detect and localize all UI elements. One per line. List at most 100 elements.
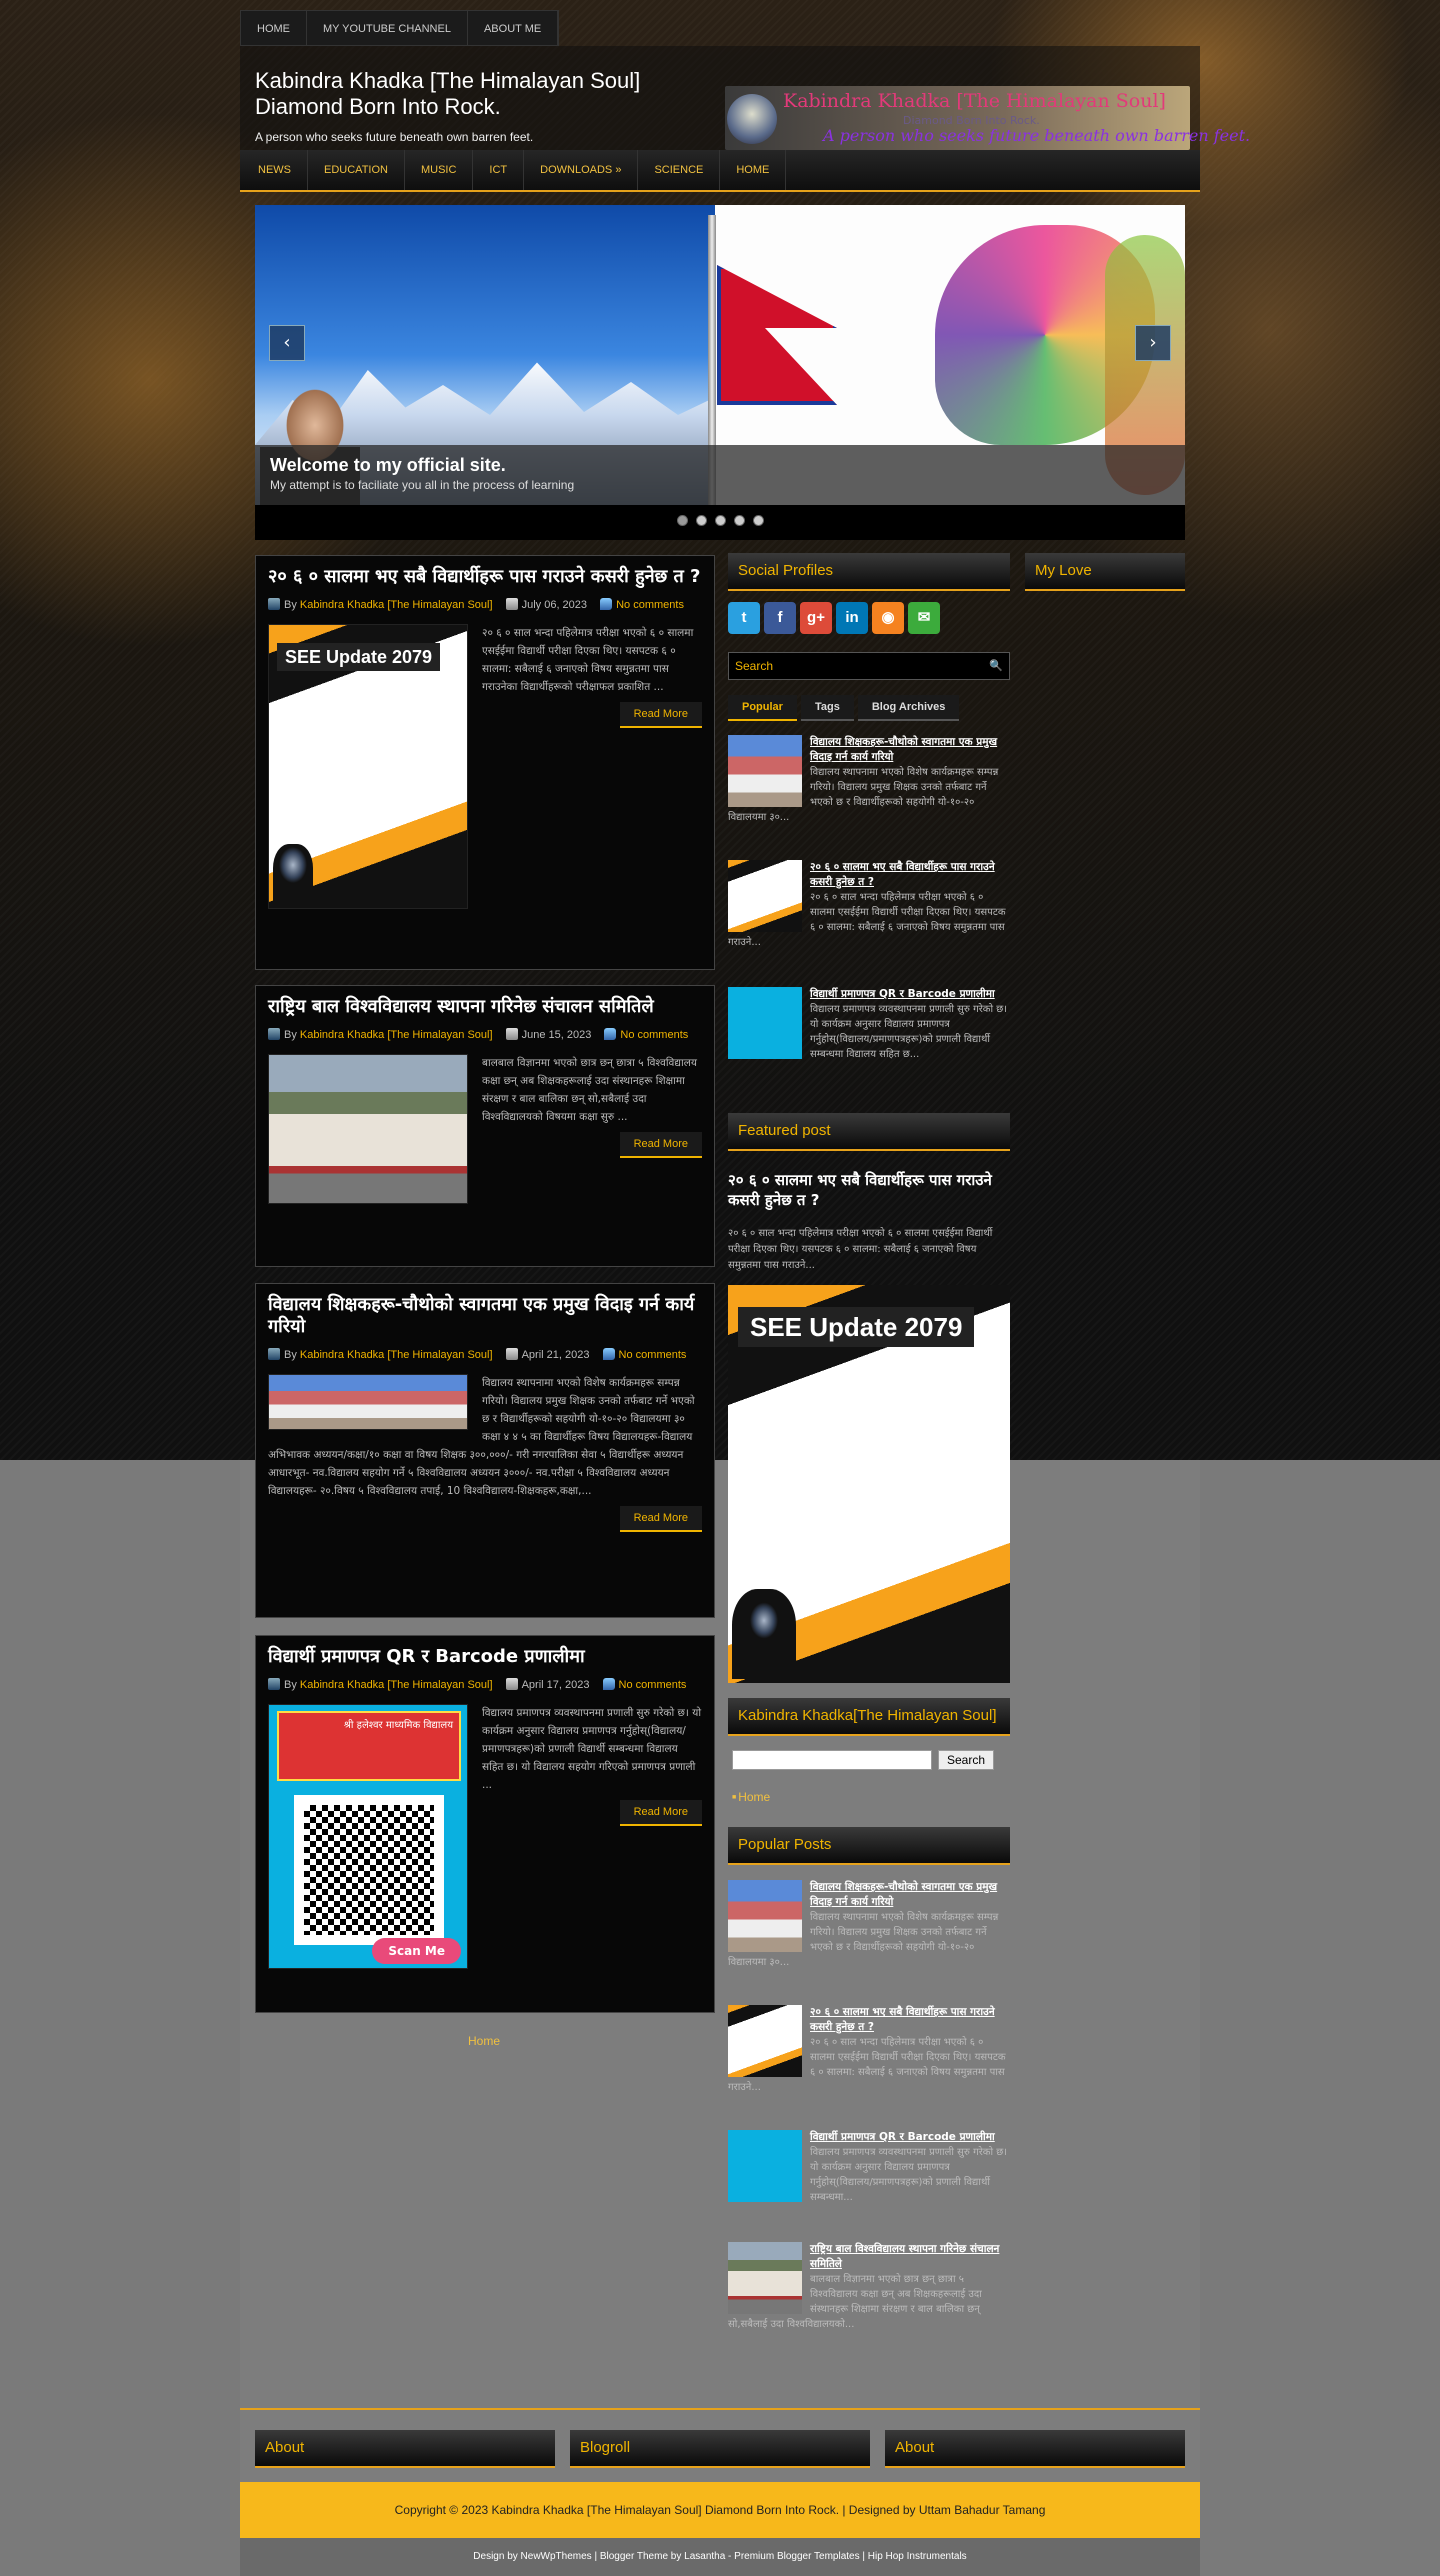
post-comments[interactable]: No comments (620, 1029, 688, 1041)
comment-icon (602, 1678, 615, 1690)
site-description: A person who seeks future beneath own ba… (255, 130, 534, 144)
widget-title-profile: Kabindra Khadka[The Himalayan Soul] (728, 1698, 1010, 1736)
post-card: विद्यार्थी प्रमाणपत्र QR र Barcode प्रणा… (255, 1635, 715, 2013)
slider-prev-button[interactable]: ‹ (269, 325, 305, 361)
post-thumbnail[interactable]: SEE Update 2079 (268, 624, 468, 909)
post-comments[interactable]: No comments (619, 1679, 687, 1691)
read-more-button[interactable]: Read More (619, 1800, 702, 1826)
image-slider[interactable]: Welcome to my official site. My attempt … (255, 205, 1185, 540)
slider-next-button[interactable]: › (1135, 325, 1171, 361)
slider-dot[interactable] (752, 515, 764, 526)
calendar-icon (505, 1348, 518, 1360)
slider-dot[interactable] (714, 515, 726, 526)
popular-thumbnail[interactable] (728, 987, 802, 1059)
main-navigation: NEWS EDUCATION MUSIC ICT DOWNLOADS » SCI… (240, 150, 1200, 192)
nav-home[interactable]: HOME (720, 150, 787, 190)
linkedin-icon[interactable]: in (836, 602, 868, 634)
facebook-icon[interactable]: f (764, 602, 796, 634)
read-more-button[interactable]: Read More (619, 1506, 702, 1532)
post-body: श्री हलेश्वर माध्यमिक विद्यालय Scan Me व… (268, 1704, 702, 1969)
featured-image-text: SEE Update 2079 (738, 1307, 975, 1347)
comment-icon (602, 1348, 615, 1360)
caption-text: My attempt is to faciliate you all in th… (270, 478, 575, 492)
popular-item: विद्यालय शिक्षकहरू-चौथोको स्वागतमा एक प्… (728, 735, 1010, 825)
comment-icon (604, 1028, 617, 1040)
blog-search-button[interactable]: Search (938, 1750, 995, 1770)
post-title[interactable]: विद्यार्थी प्रमाणपत्र QR र Barcode प्रणा… (268, 1646, 702, 1668)
tab-tags[interactable]: Tags (800, 695, 854, 721)
blog-search-form: Search (732, 1750, 995, 1770)
post-card: २० ६ ० सालमा भए सबै विद्यार्थीहरू पास गर… (255, 555, 715, 970)
popular-thumbnail[interactable] (728, 860, 802, 932)
post-thumbnail[interactable]: श्री हलेश्वर माध्यमिक विद्यालय Scan Me (268, 1704, 468, 1969)
blog-search-input[interactable] (732, 1750, 932, 1770)
popular-post-thumbnail[interactable] (728, 2242, 802, 2314)
topnav-youtube[interactable]: MY YOUTUBE CHANNEL (307, 11, 468, 45)
post-author[interactable]: Kabindra Khadka [The Himalayan Soul] (300, 1349, 493, 1361)
widget-title-my-love: My Love (1025, 553, 1185, 591)
pager-home-link[interactable]: Home (468, 2034, 500, 2048)
popular-post-item: २० ६ ० सालमा भए सबै विद्यार्थीहरू पास गर… (728, 2005, 1010, 2095)
nav-science[interactable]: SCIENCE (638, 150, 721, 190)
featured-post-image[interactable]: SEE Update 2079 (728, 1285, 1010, 1683)
post-comments[interactable]: No comments (619, 1349, 687, 1361)
post-author[interactable]: Kabindra Khadka [The Himalayan Soul] (300, 1029, 493, 1041)
popular-post-thumbnail[interactable] (728, 2005, 802, 2077)
nav-news[interactable]: NEWS (242, 150, 308, 190)
popular-post-thumbnail[interactable] (728, 1880, 802, 1952)
nav-downloads[interactable]: DOWNLOADS » (524, 150, 639, 190)
featured-post-excerpt: २० ६ ० साल भन्दा पहिलेमात्र परीक्षा भएको… (728, 1228, 993, 1271)
slider-dot[interactable] (676, 515, 688, 526)
comment-icon (600, 598, 613, 610)
popular-post-thumbnail[interactable] (728, 2130, 802, 2202)
school-name: श्री हलेश्वर माध्यमिक विद्यालय (343, 1720, 453, 1731)
calendar-icon (505, 1028, 518, 1040)
header-banner[interactable]: Kabindra Khadka [The Himalayan Soul] Dia… (725, 86, 1250, 150)
slide-caption: Welcome to my official site. My attempt … (255, 445, 1185, 505)
post-date: July 06, 2023 (521, 599, 588, 611)
slider-dot[interactable] (733, 515, 745, 526)
user-icon (268, 1678, 280, 1690)
nav-music[interactable]: MUSIC (405, 150, 474, 190)
top-navigation: HOME MY YOUTUBE CHANNEL ABOUT ME (240, 10, 560, 46)
site-title[interactable]: Kabindra Khadka [The Himalayan Soul] Dia… (255, 68, 675, 120)
school-header-graphic: श्री हलेश्वर माध्यमिक विद्यालय (277, 1711, 461, 1781)
twitter-icon[interactable]: t (728, 602, 760, 634)
slider-dot[interactable] (695, 515, 707, 526)
google-plus-icon[interactable]: g+ (800, 602, 832, 634)
nav-education[interactable]: EDUCATION (308, 150, 405, 190)
post-date: June 15, 2023 (521, 1029, 592, 1041)
post-title[interactable]: विद्यालय शिक्षकहरू-चौथोको स्वागतमा एक प्… (268, 1294, 702, 1338)
read-more-button[interactable]: Read More (619, 1132, 702, 1158)
tab-blog-archives[interactable]: Blog Archives (857, 695, 960, 721)
read-more-button[interactable]: Read More (619, 702, 702, 728)
post-title[interactable]: २० ६ ० सालमा भए सबै विद्यार्थीहरू पास गर… (268, 566, 702, 588)
sidebar-search-input[interactable]: Search 🔍 (728, 652, 1010, 680)
credits-bar[interactable]: Design by NewWpThemes | Blogger Theme by… (240, 2538, 1200, 2576)
search-placeholder: Search (735, 659, 774, 673)
email-icon[interactable]: ✉ (908, 602, 940, 634)
footer-divider (240, 2408, 1200, 2410)
tab-popular[interactable]: Popular (728, 695, 797, 721)
widget-title-social: Social Profiles (728, 553, 1010, 591)
featured-post-title[interactable]: २० ६ ० सालमा भए सबै विद्यार्थीहरू पास गर… (728, 1170, 1010, 1210)
user-icon (268, 1348, 280, 1360)
search-icon[interactable]: 🔍 (989, 659, 1003, 672)
popular-thumbnail[interactable] (728, 735, 802, 807)
rss-icon[interactable]: ◉ (872, 602, 904, 634)
topnav-about[interactable]: ABOUT ME (468, 11, 559, 45)
nav-ict[interactable]: ICT (473, 150, 525, 190)
post-author[interactable]: Kabindra Khadka [The Himalayan Soul] (300, 599, 493, 611)
sidebar-home-link[interactable]: Home (732, 1790, 770, 1804)
post-title[interactable]: राष्ट्रिय बाल विश्वविद्यालय स्थापना गरिन… (268, 996, 702, 1018)
post-thumbnail[interactable] (268, 1054, 468, 1204)
post-meta: By Kabindra Khadka [The Himalayan Soul] … (268, 1676, 702, 1694)
post-author[interactable]: Kabindra Khadka [The Himalayan Soul] (300, 1679, 493, 1691)
post-thumbnail[interactable] (268, 1374, 468, 1430)
post-body: विद्यालय स्थापनामा भएको विशेष कार्यक्रमह… (268, 1374, 702, 1532)
post-comments[interactable]: No comments (616, 599, 684, 611)
topnav-home[interactable]: HOME (241, 11, 307, 45)
featured-image-portrait (732, 1589, 796, 1679)
sidebar-tabs: Popular Tags Blog Archives (728, 695, 960, 721)
banner-title: Kabindra Khadka [The Himalayan Soul] (783, 90, 1166, 112)
